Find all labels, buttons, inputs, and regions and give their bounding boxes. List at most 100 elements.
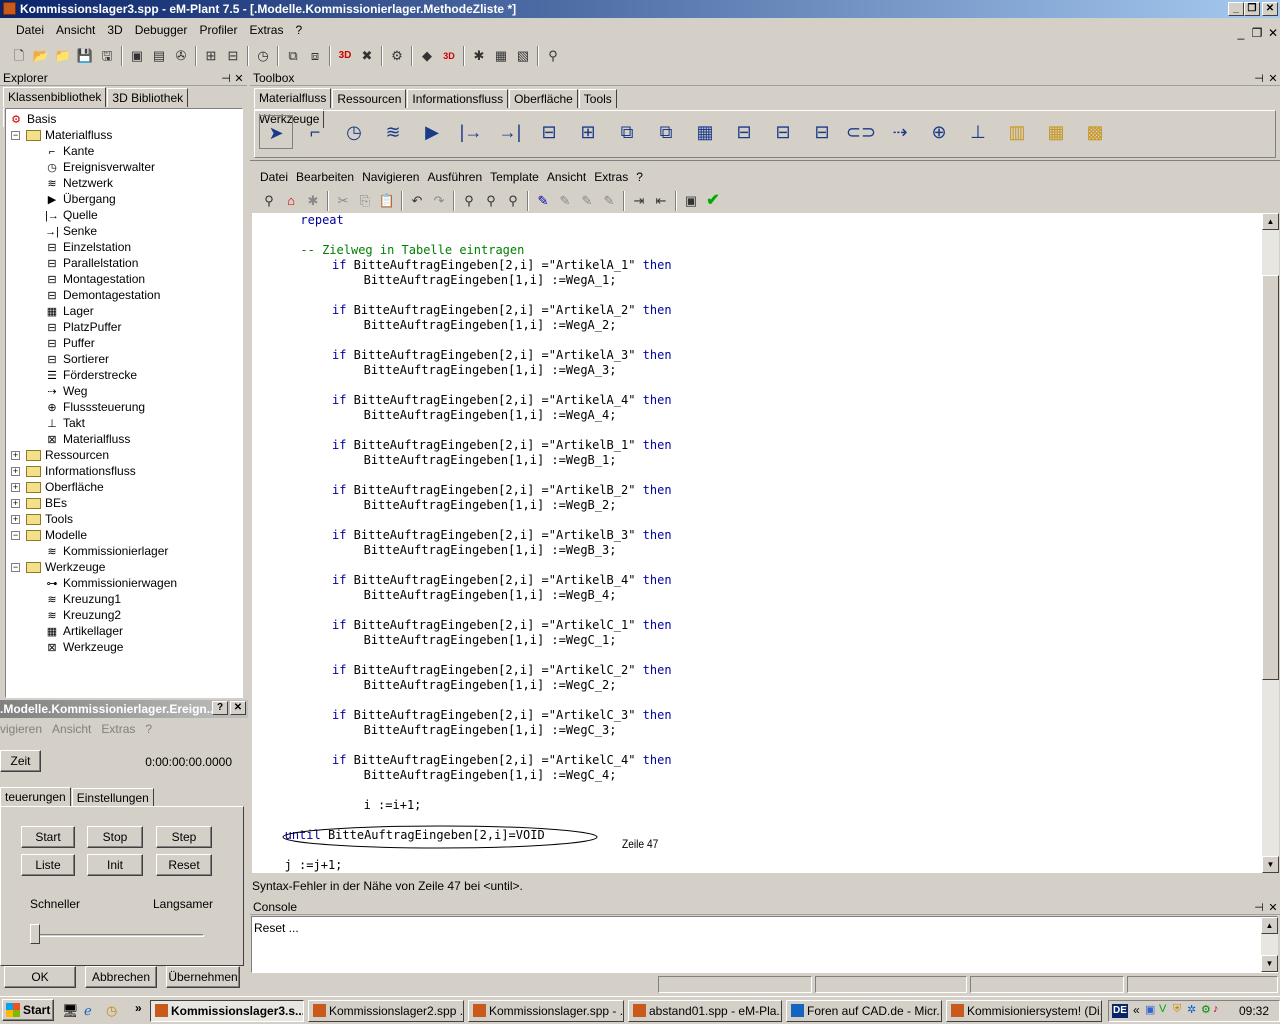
expand-icon[interactable]: + [11,467,20,476]
tool-source-icon[interactable]: |→ [454,115,488,149]
menu-profiler[interactable]: Profiler [193,20,243,40]
tree-item-einzelstation[interactable]: ⊟ Einzelstation [44,239,131,255]
tool-worker-icon[interactable]: ▩ [1078,115,1112,149]
editor-menu-ansicht[interactable]: Ansicht [543,168,590,186]
redo-icon[interactable]: ↷ [428,190,450,212]
toolbox-close-icon[interactable]: ✕ [1267,71,1279,87]
tool-singleproc-icon[interactable]: ⊟ [532,115,566,149]
paste-icon[interactable]: 📋 [376,190,398,212]
bug-icon[interactable]: ✱ [302,190,324,212]
tray-network-icon[interactable]: ▣ [1145,1003,1155,1016]
step-button[interactable]: Step [156,826,212,848]
tray-vpn-icon[interactable]: V [1159,1003,1166,1015]
tray-expand-icon[interactable]: « [1133,1003,1140,1017]
stop-button[interactable]: Stop [87,826,143,848]
replace-icon[interactable]: ⚲ [502,190,524,212]
grid-icon[interactable]: ▤ [148,45,170,67]
tree-item-netzwerk[interactable]: ≋ Netzwerk [44,175,113,191]
tool-wall-icon[interactable]: ▥ [1000,115,1034,149]
taskbar-task-2[interactable]: Kommissionslager2.spp ... [308,1000,464,1022]
tool-connector-icon[interactable]: ⌐ [298,115,332,149]
tree-item-werkzeuge[interactable]: ⊠ Werkzeuge [44,639,123,655]
tree-item-platzpuffer[interactable]: ⊟ PlatzPuffer [44,319,121,335]
report-icon[interactable]: ▧ [512,45,534,67]
tool-flowcontrol-icon[interactable]: ⊕ [922,115,956,149]
cut-icon[interactable]: ✂ [332,190,354,212]
import-icon[interactable]: ⧉ [282,45,304,67]
taskbar-task-4[interactable]: abstand01.spp - eM-Pla... [628,1000,782,1022]
export-icon[interactable]: ⧈ [304,45,326,67]
tree-item-foerderstrecke[interactable]: ☰ Förderstrecke [44,367,137,383]
tree-item-flusssteuerung[interactable]: ⊕ Flusssteuerung [44,399,145,415]
tree-item-uebergang[interactable]: ▶ Übergang [44,191,116,207]
expand-icon[interactable]: + [11,483,20,492]
tree-item-ressourcen[interactable]: Ressourcen [26,447,109,463]
new-icon[interactable]: 🗋 [8,45,30,67]
tree-item-senke[interactable]: →| Senke [44,223,97,239]
binoculars-icon[interactable]: ⚲ [542,45,564,67]
tool-frame-icon[interactable]: ≋ [376,115,410,149]
editor-scrollbar[interactable]: ▲ ▼ [1262,213,1279,873]
editor-menu-datei[interactable]: Datei [256,168,292,186]
tree-item-sortierer[interactable]: ⊟ Sortierer [44,351,109,367]
breakpoint-icon[interactable]: ✎ [532,190,554,212]
collapse-icon[interactable]: − [11,531,20,540]
tray-shield-icon[interactable]: ⛨ [1173,1003,1181,1016]
tree-item-materialfluss[interactable]: Materialfluss [26,127,112,143]
3d-off-icon[interactable]: ✖ [356,45,378,67]
explorer-close-icon[interactable]: ✕ [233,71,245,87]
speed-slider-thumb[interactable] [30,924,40,944]
tree-item-kommissionierwagen[interactable]: ⊶ Kommissionierwagen [44,575,178,591]
menu-3d[interactable]: 3D [101,20,128,40]
open-folder-icon[interactable]: 📁 [52,45,74,67]
tray-app-icon[interactable]: ⚙ [1201,1003,1211,1016]
tree-item-kreuzung1[interactable]: ≋ Kreuzung1 [44,591,121,607]
tree-item-lager[interactable]: ▦ Lager [44,303,94,319]
tab-einstellungen[interactable]: Einstellungen [71,788,154,807]
taskbar-task-6[interactable]: Kommisioniersystem! (Di... [946,1000,1102,1022]
event-dialog-close-button[interactable]: ✕ [230,701,246,715]
save-all-icon[interactable]: 🖫 [96,45,118,67]
tree-item-kommissionierlager[interactable]: ≋ Kommissionierlager [44,543,168,559]
toolbox-tab-informationsfluss[interactable]: Informationsfluss [407,89,509,108]
tray-wheel-icon[interactable]: ✲ [1187,1003,1196,1016]
save-icon[interactable]: 💾 [74,45,96,67]
tree-item-modelle[interactable]: Modelle [26,527,87,543]
ok-button[interactable]: OK [4,966,76,988]
editor-menu-[interactable]: ? [632,168,647,186]
tree-item-demontagestation[interactable]: ⊟ Demontagestation [44,287,160,303]
compile-icon[interactable]: ⚙ [386,45,408,67]
start-button[interactable]: Start [21,826,75,848]
pin-icon[interactable]: ⊣ [220,71,232,87]
uebernehmen-button[interactable]: Übernehmen [166,966,240,988]
clear-breakpoint-icon[interactable]: ✎ [576,190,598,212]
minimize-button[interactable]: _ [1228,2,1244,16]
tree-item-parallelstation[interactable]: ⊟ Parallelstation [44,255,138,271]
check-icon[interactable]: ✔ [702,190,724,212]
tool-interface-icon[interactable]: ▶ [415,115,449,149]
expand-icon[interactable]: + [11,515,20,524]
collapse-icon[interactable]: − [11,131,20,140]
restore-button[interactable]: ❐ [1244,2,1260,16]
scroll-up-icon[interactable]: ▲ [1262,213,1279,230]
tree-dropdown-icon[interactable]: ⊟ [222,45,244,67]
toggle-breakpoint-icon[interactable]: ✎ [554,190,576,212]
language-indicator[interactable]: DE [1112,1004,1128,1018]
home-icon[interactable]: ⌂ [280,190,302,212]
clock-icon[interactable]: ◷ [252,45,274,67]
taskbar-task-5[interactable]: Foren auf CAD.de - Micr... [786,1000,942,1022]
clear-all-icon[interactable]: ✎ [598,190,620,212]
menu-debugger[interactable]: Debugger [129,20,194,40]
3d-icon[interactable]: 3D [334,45,356,67]
tool-event-controller-icon[interactable]: ◷ [337,115,371,149]
tree-item-puffer[interactable]: ⊟ Puffer [44,335,94,351]
undo-icon[interactable]: ↶ [406,190,428,212]
tool-store-icon[interactable]: ▦ [688,115,722,149]
debug-icon[interactable]: ✱ [468,45,490,67]
tree-item-weg[interactable]: ⇢ Weg [44,383,87,399]
toolbox-pin-icon[interactable]: ⊣ [1253,71,1265,87]
objects-icon[interactable]: ◆ [416,45,438,67]
console-close-icon[interactable]: ✕ [1267,900,1279,916]
tree-item-materialfluss[interactable]: ⊠ Materialfluss [44,431,130,447]
mdi-close-icon[interactable]: ✕ [1266,26,1280,40]
